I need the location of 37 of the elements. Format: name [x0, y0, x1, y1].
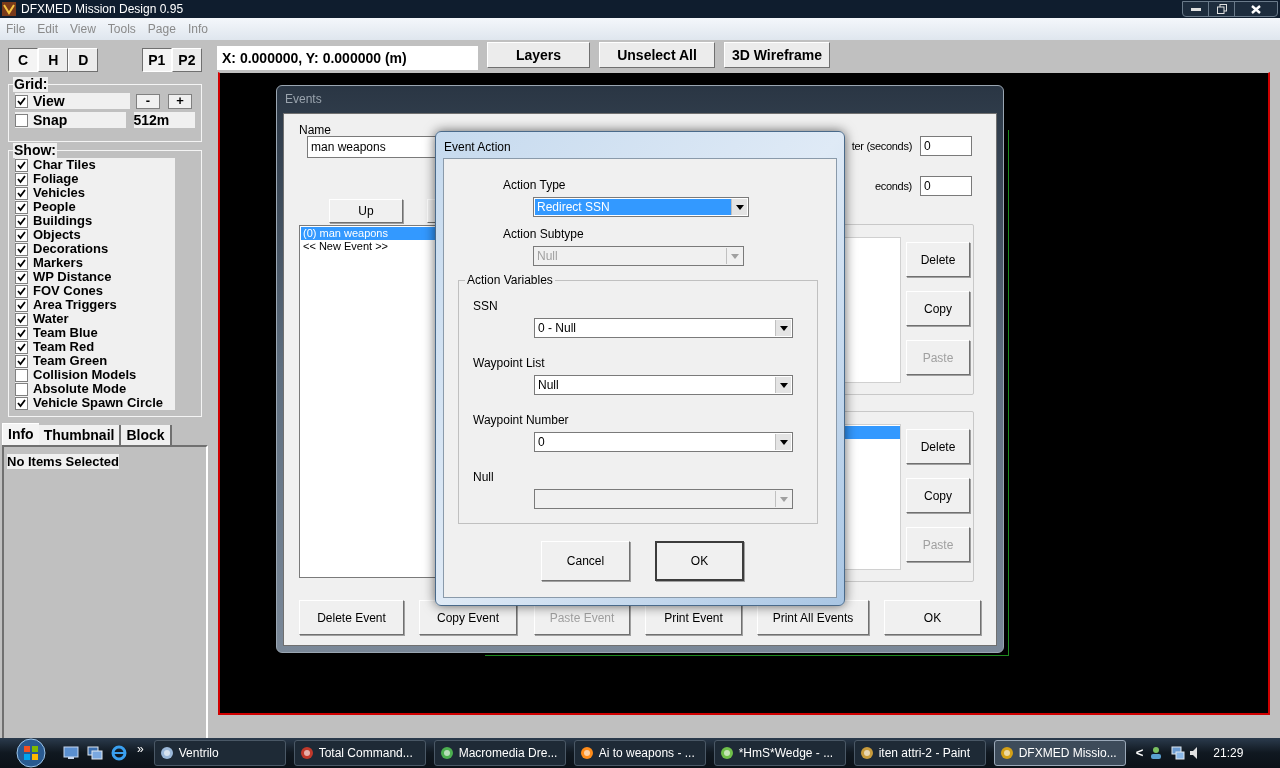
checkbox-label: WP Distance: [33, 270, 112, 284]
checkbox-label: Team Red: [33, 340, 95, 354]
field-label: econds): [874, 178, 912, 194]
checkbox-label: FOV Cones: [33, 284, 104, 298]
checkbox-label: Snap: [33, 110, 68, 130]
checkbox-label: Water: [33, 312, 69, 326]
field-label: Waypoint Number: [473, 412, 570, 429]
checkbox-label: Buildings: [33, 214, 93, 228]
checkbox-label: Char Tiles: [33, 158, 96, 172]
checkbox-label: Absolute Mode: [33, 382, 127, 396]
window-title: DFXMED Mission Design 0.95: [21, 1, 184, 18]
coordinates-field: X: 0.000000, Y: 0.000000 (m): [217, 46, 478, 70]
field-label: Null: [473, 469, 495, 486]
field-label: SSN: [473, 298, 499, 315]
field-label: ter (seconds): [851, 138, 912, 154]
checkbox-label: Area Triggers: [33, 298, 117, 312]
field-label: Name: [299, 122, 331, 139]
group-title: Action Variables: [465, 273, 555, 287]
checkbox-label: Team Green: [33, 354, 108, 368]
window-title: Events: [285, 91, 322, 108]
checkbox-label: Team Blue: [33, 326, 98, 340]
checkbox-label: Objects: [33, 228, 81, 242]
field-label: Action Type: [503, 177, 567, 194]
checkbox-label: Vehicles: [33, 186, 86, 200]
checkbox-label: Vehicle Spawn Circle: [33, 396, 164, 410]
group-title: Show:: [13, 143, 57, 158]
checkbox-label: Foliage: [33, 172, 79, 186]
field-label: Waypoint List: [473, 355, 546, 372]
checkbox-label: Markers: [33, 256, 83, 270]
grid-size: 512m: [133, 112, 195, 128]
checkbox-label: People: [33, 200, 76, 214]
group-title: Grid:: [13, 77, 49, 92]
checkbox-label: Collision Models: [33, 368, 137, 382]
field-label: Action Subtype: [503, 226, 585, 243]
info-text: No Items Selected: [7, 454, 119, 469]
checkbox-label: View: [33, 91, 65, 111]
checkbox-label: Decorations: [33, 242, 109, 256]
